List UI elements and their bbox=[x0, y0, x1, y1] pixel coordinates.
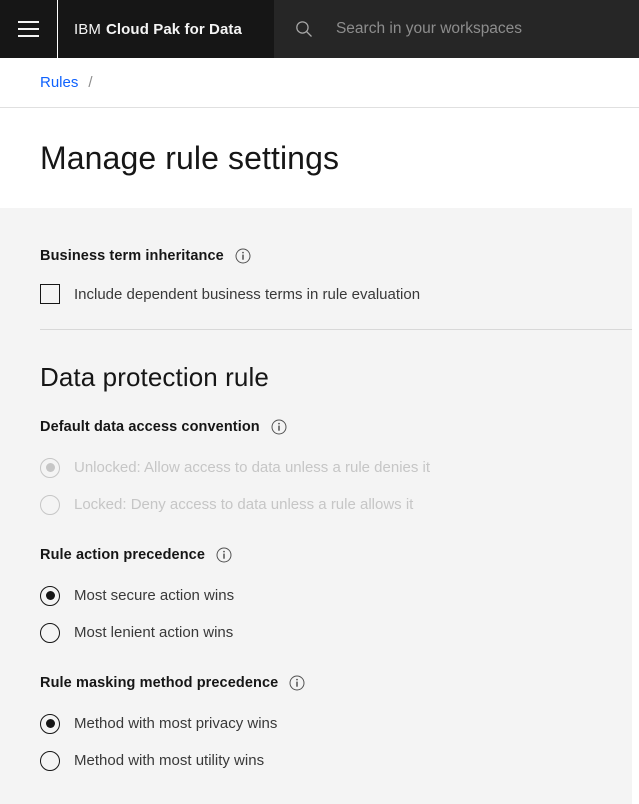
business-term-inheritance-label-text: Business term inheritance bbox=[40, 248, 224, 264]
hamburger-menu-button[interactable] bbox=[0, 0, 58, 58]
brand-prefix: IBM bbox=[74, 20, 101, 38]
data-protection-rule-title: Data protection rule bbox=[40, 362, 269, 392]
include-dependent-terms-label: Include dependent business terms in rule… bbox=[74, 285, 421, 303]
business-term-inheritance-label: Business term inheritance bbox=[40, 248, 632, 264]
radio-locked-label: Locked: Deny access to data unless a rul… bbox=[74, 496, 414, 513]
page-title-area: Manage rule settings bbox=[0, 109, 639, 208]
rule-masking-method-precedence-group: Rule masking method precedence Method wi… bbox=[40, 651, 632, 779]
radio-row-most-utility[interactable]: Method with most utility wins bbox=[40, 742, 632, 779]
breadcrumb: Rules / bbox=[0, 58, 639, 108]
rule-masking-method-precedence-label: Rule masking method precedence bbox=[40, 675, 632, 691]
right-gutter bbox=[632, 208, 639, 804]
radio-most-privacy[interactable] bbox=[40, 713, 60, 734]
info-icon[interactable] bbox=[271, 419, 287, 435]
default-data-access-convention-label: Default data access convention bbox=[40, 419, 632, 435]
app-header: IBM Cloud Pak for Data bbox=[0, 0, 639, 58]
rule-masking-method-precedence-radios: Method with most privacy wins Method wit… bbox=[40, 705, 632, 779]
info-icon[interactable] bbox=[289, 675, 305, 691]
radio-row-most-lenient-action[interactable]: Most lenient action wins bbox=[40, 614, 632, 651]
radio-row-most-secure-action[interactable]: Most secure action wins bbox=[40, 577, 632, 614]
radio-most-privacy-label: Method with most privacy wins bbox=[74, 715, 278, 732]
radio-most-secure-action-label: Most secure action wins bbox=[74, 587, 235, 604]
radio-row-most-privacy[interactable]: Method with most privacy wins bbox=[40, 705, 632, 742]
radio-unlocked bbox=[40, 457, 60, 478]
default-data-access-convention-radios: Unlocked: Allow access to data unless a … bbox=[40, 449, 632, 523]
radio-row-locked: Locked: Deny access to data unless a rul… bbox=[40, 486, 632, 523]
radio-row-unlocked: Unlocked: Allow access to data unless a … bbox=[40, 449, 632, 486]
page-title: Manage rule settings bbox=[40, 140, 340, 176]
section-divider-wrap bbox=[40, 304, 639, 330]
breadcrumb-item-rules[interactable]: Rules bbox=[40, 74, 78, 91]
search-icon bbox=[296, 21, 312, 37]
brand-name: Cloud Pak for Data bbox=[105, 20, 242, 38]
rule-action-precedence-label-text: Rule action precedence bbox=[40, 547, 205, 563]
rule-masking-method-precedence-label-text: Rule masking method precedence bbox=[40, 675, 279, 691]
hamburger-menu-icon bbox=[18, 21, 39, 37]
breadcrumb-separator: / bbox=[88, 74, 93, 91]
radio-most-secure-action[interactable] bbox=[40, 585, 60, 606]
app-brand[interactable]: IBM Cloud Pak for Data bbox=[58, 0, 258, 58]
global-search[interactable] bbox=[273, 0, 639, 58]
search-input[interactable] bbox=[335, 20, 639, 38]
include-dependent-terms-checkbox[interactable] bbox=[40, 284, 60, 304]
radio-locked bbox=[40, 494, 60, 515]
radio-most-lenient-action[interactable] bbox=[40, 622, 60, 643]
default-data-access-convention-group: Default data access convention Unlocked:… bbox=[40, 393, 632, 523]
info-icon[interactable] bbox=[216, 547, 232, 563]
rule-action-precedence-label: Rule action precedence bbox=[40, 547, 632, 563]
radio-most-utility-label: Method with most utility wins bbox=[74, 752, 265, 769]
default-data-access-convention-label-text: Default data access convention bbox=[40, 419, 260, 435]
info-icon[interactable] bbox=[235, 248, 251, 264]
rule-action-precedence-group: Rule action precedence Most secure actio… bbox=[40, 523, 632, 651]
settings-content: Business term inheritance Include depend… bbox=[0, 208, 639, 804]
rule-action-precedence-radios: Most secure action wins Most lenient act… bbox=[40, 577, 632, 651]
data-protection-rule-section: Data protection rule Default data access… bbox=[40, 330, 632, 779]
radio-most-lenient-action-label: Most lenient action wins bbox=[74, 624, 234, 641]
radio-most-utility[interactable] bbox=[40, 750, 60, 771]
business-term-inheritance-section: Business term inheritance Include depend… bbox=[40, 208, 632, 304]
radio-unlocked-label: Unlocked: Allow access to data unless a … bbox=[74, 459, 431, 476]
include-dependent-terms-checkbox-row[interactable]: Include dependent business terms in rule… bbox=[40, 284, 632, 304]
